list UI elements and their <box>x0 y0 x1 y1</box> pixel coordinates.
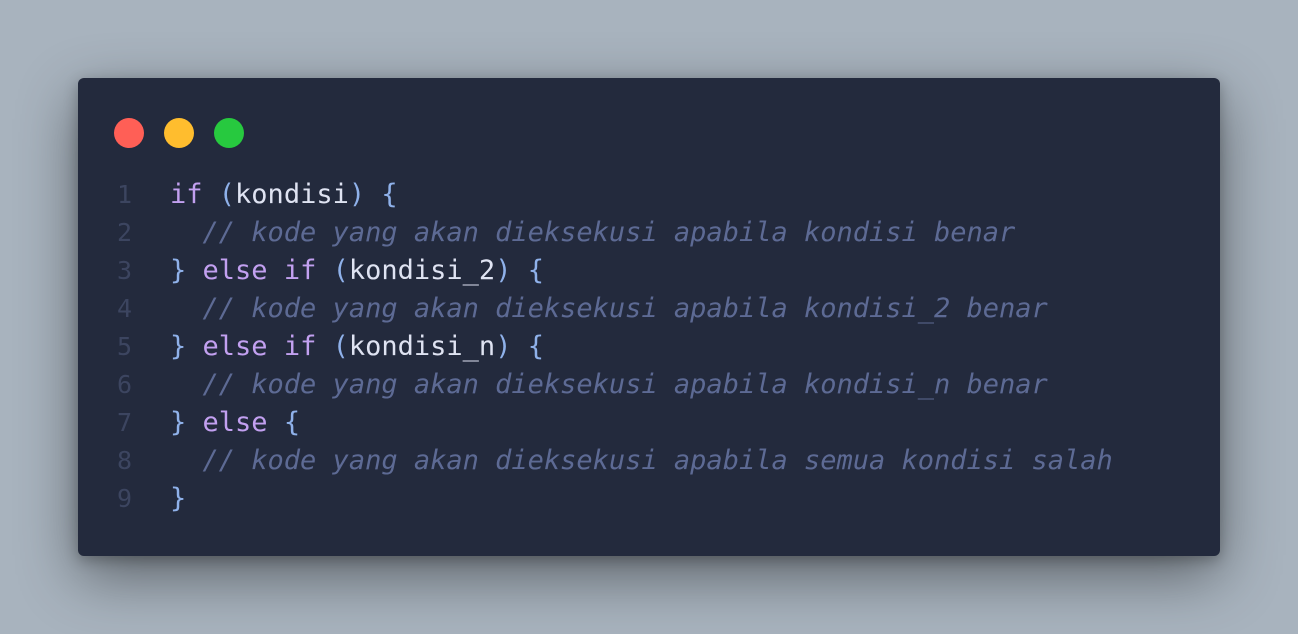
token-keyword: else <box>202 255 268 286</box>
token-identifier <box>170 293 203 324</box>
line-number: 8 <box>116 446 132 475</box>
code-line: 3} else if (kondisi_2) { <box>78 252 1220 290</box>
code-line: 8 // kode yang akan dieksekusi apabila s… <box>78 442 1220 480</box>
token-comment: // kode yang akan dieksekusi apabila kon… <box>202 217 1016 248</box>
zoom-button[interactable] <box>214 118 244 148</box>
line-source: // kode yang akan dieksekusi apabila kon… <box>170 214 1016 252</box>
minimize-button[interactable] <box>164 118 194 148</box>
line-source: } else { <box>170 404 300 442</box>
line-number: 2 <box>116 218 132 247</box>
token-punctuation: ) <box>495 255 512 286</box>
code-line: 4 // kode yang akan dieksekusi apabila k… <box>78 290 1220 328</box>
token-identifier <box>170 369 203 400</box>
token-identifier <box>316 255 332 286</box>
token-identifier <box>268 255 284 286</box>
token-punctuation: { <box>381 179 398 210</box>
token-identifier <box>511 331 527 362</box>
token-comment: // kode yang akan dieksekusi apabila sem… <box>202 445 1113 476</box>
code-line: 6 // kode yang akan dieksekusi apabila k… <box>78 366 1220 404</box>
line-number: 6 <box>116 370 132 399</box>
line-number: 4 <box>116 294 132 323</box>
token-identifier <box>170 217 203 248</box>
token-identifier <box>511 255 527 286</box>
token-keyword: else <box>202 407 268 438</box>
line-number: 9 <box>116 484 132 513</box>
code-line: 1 if (kondisi) { <box>78 176 1220 214</box>
token-identifier: kondisi_n <box>348 331 496 362</box>
token-punctuation: } <box>170 331 187 362</box>
token-identifier <box>170 445 203 476</box>
token-identifier: kondisi_2 <box>348 255 496 286</box>
token-punctuation: { <box>283 407 301 438</box>
token-punctuation: ( <box>332 255 349 286</box>
token-comment: // kode yang akan dieksekusi apabila kon… <box>202 293 1048 324</box>
token-punctuation: ( <box>332 331 349 362</box>
close-button[interactable] <box>114 118 144 148</box>
line-number: 3 <box>116 256 132 285</box>
line-number: 7 <box>116 408 132 437</box>
line-number: 5 <box>116 332 132 361</box>
token-punctuation: ( <box>218 179 236 210</box>
token-punctuation: ) <box>348 179 366 210</box>
token-identifier <box>268 407 284 438</box>
token-punctuation: ) <box>495 331 512 362</box>
token-keyword: if <box>170 179 203 210</box>
token-punctuation: } <box>170 407 187 438</box>
code-line: 2 // kode yang akan dieksekusi apabila k… <box>78 214 1220 252</box>
token-identifier <box>186 331 202 362</box>
token-keyword: else <box>202 331 268 362</box>
line-source: // kode yang akan dieksekusi apabila kon… <box>170 290 1048 328</box>
token-punctuation: { <box>527 331 544 362</box>
code-line: 9} <box>78 480 1220 518</box>
code-line: 5} else if (kondisi_n) { <box>78 328 1220 366</box>
line-source: } else if (kondisi_2) { <box>170 252 544 290</box>
code-line: 7} else { <box>78 404 1220 442</box>
line-number: 1 <box>116 180 132 209</box>
line-source: // kode yang akan dieksekusi apabila kon… <box>170 366 1048 404</box>
token-punctuation: } <box>170 483 187 514</box>
token-punctuation: { <box>527 255 544 286</box>
code-window: 1 if (kondisi) {2 // kode yang akan dieks… <box>78 78 1220 556</box>
token-identifier <box>268 331 284 362</box>
token-keyword: if <box>283 255 317 286</box>
token-identifier <box>186 407 202 438</box>
token-identifier <box>365 179 381 210</box>
window-controls <box>114 118 244 148</box>
line-source: // kode yang akan dieksekusi apabila sem… <box>170 442 1113 480</box>
token-identifier: kondisi <box>235 179 349 210</box>
token-identifier <box>316 331 332 362</box>
token-punctuation: } <box>170 255 187 286</box>
line-source: } <box>170 480 186 518</box>
line-source: } else if (kondisi_n) { <box>170 328 544 366</box>
token-comment: // kode yang akan dieksekusi apabila kon… <box>202 369 1048 400</box>
line-source: if (kondisi) { <box>170 176 398 214</box>
code-block: 1 if (kondisi) {2 // kode yang akan dieks… <box>78 176 1220 518</box>
token-identifier <box>186 255 202 286</box>
token-keyword: if <box>283 331 317 362</box>
token-identifier <box>203 179 219 210</box>
